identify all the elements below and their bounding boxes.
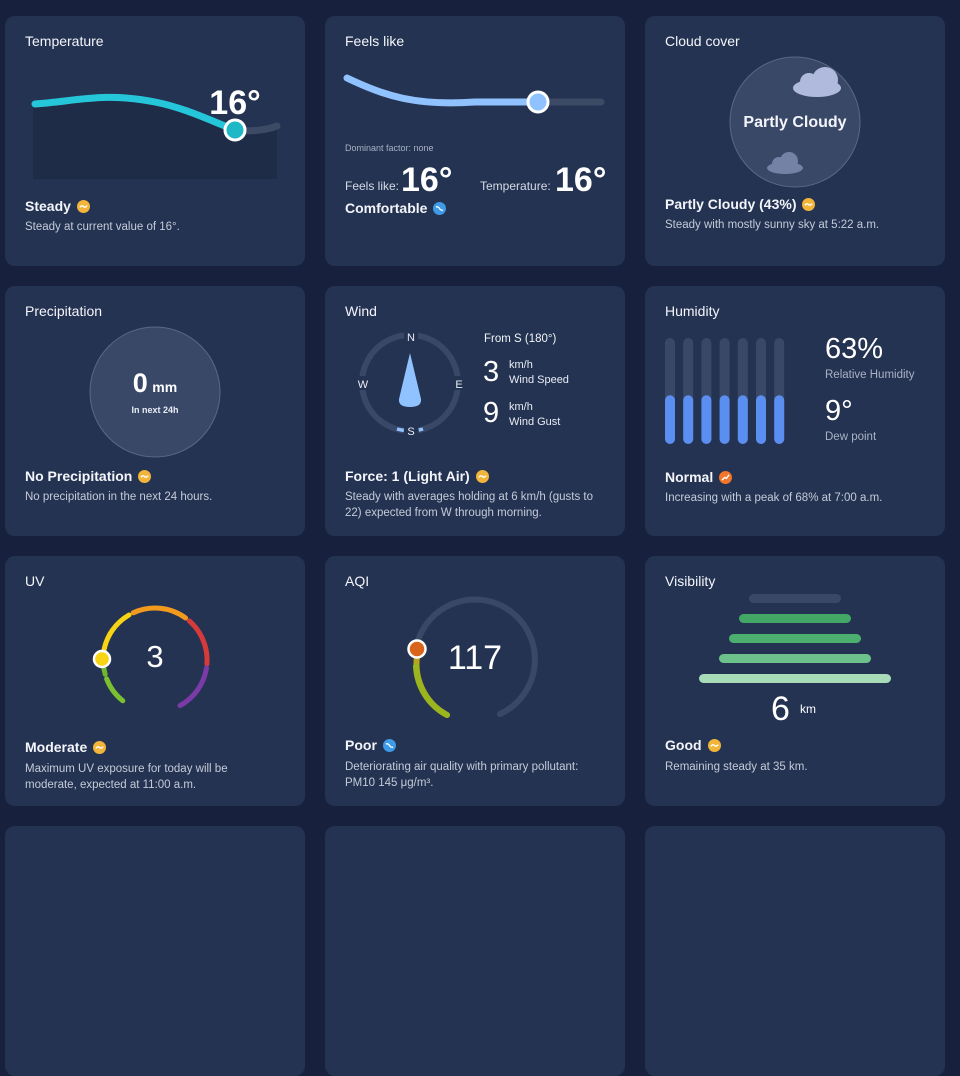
dominant-factor: Dominant factor: none xyxy=(345,143,434,153)
wind-direction-arrow xyxy=(398,353,422,407)
feels-like-card[interactable]: Feels like Dominant factor: none Feels l… xyxy=(325,16,625,266)
uv-value: 3 xyxy=(146,639,164,674)
humidity-bar-fill xyxy=(756,395,766,444)
aqi-status: Poor xyxy=(345,737,396,753)
temperature-value: 16° xyxy=(555,161,607,199)
humidity-bar-fill xyxy=(665,395,675,444)
cloud-cover-status: Partly Cloudy (43%) xyxy=(665,196,816,212)
steady-trend-icon xyxy=(707,738,721,752)
visibility-bar xyxy=(739,614,851,623)
feels-like-graph xyxy=(343,74,605,114)
steady-trend-icon xyxy=(76,199,90,213)
temperature-graph: 16° xyxy=(31,84,281,179)
wind-speed-unit: km/h xyxy=(509,359,533,371)
wind-direction: From S (180°) xyxy=(484,333,557,345)
visibility-bar xyxy=(729,634,861,643)
dew-point-label: Dew point xyxy=(825,431,877,443)
wind-gust-label: Wind Gust xyxy=(509,416,561,428)
cloud-cover-description: Steady with mostly sunny sky at 5:22 a.m… xyxy=(665,219,880,231)
wind-compass: N S W E xyxy=(355,329,466,438)
humidity-description: Increasing with a peak of 68% at 7:00 a.… xyxy=(665,492,883,504)
uv-marker xyxy=(92,649,112,669)
compass-north: N xyxy=(407,332,415,344)
cloud-cover-card[interactable]: Cloud cover Partly Cloudy Partly Cloudy … xyxy=(645,16,945,266)
wind-gust-value: 9 xyxy=(483,397,500,429)
humidity-bar-fill xyxy=(719,395,730,444)
cloud-cover-dial xyxy=(729,56,861,188)
visibility-card[interactable]: Visibility 6 km Good Remaining steady at… xyxy=(645,556,945,806)
wind-speed-value: 3 xyxy=(483,356,500,388)
humidity-status: Normal xyxy=(665,469,733,485)
precipitation-period: In next 24h xyxy=(131,405,179,415)
visibility-description: Remaining steady at 35 km. xyxy=(665,761,808,773)
next-card[interactable] xyxy=(5,826,305,1076)
precipitation-value: 0 xyxy=(132,368,148,398)
wind-gust-unit: km/h xyxy=(509,401,533,413)
next-card[interactable] xyxy=(325,826,625,1076)
temperature-status: Steady xyxy=(25,198,90,214)
dew-point-value: 9° xyxy=(825,395,853,427)
temperature-label: Temperature: xyxy=(480,179,551,193)
visibility-status: Good xyxy=(665,737,721,753)
wind-status: Force: 1 (Light Air) xyxy=(345,468,489,484)
aqi-value: 117 xyxy=(447,639,503,677)
precipitation-description: No precipitation in the next 24 hours. xyxy=(25,491,213,503)
temperature-description: Steady at current value of 16°. xyxy=(25,221,180,233)
precipitation-status: No Precipitation xyxy=(25,468,152,484)
temperature-card[interactable]: Temperature 16° Steady Steady at current… xyxy=(5,16,305,266)
steady-trend-icon xyxy=(93,740,107,754)
feels-like-marker xyxy=(526,90,550,114)
temperature-value: 16° xyxy=(209,84,260,122)
comfort-trend-icon xyxy=(433,201,447,215)
uv-status: Moderate xyxy=(25,739,107,755)
precipitation-card[interactable]: Precipitation 0 mm In next 24h No Precip… xyxy=(5,286,305,536)
compass-west: W xyxy=(358,379,369,391)
humidity-bar-fill xyxy=(737,395,748,444)
humidity-card[interactable]: Humidity 63% Relative Humidity 9° Dew po… xyxy=(645,286,945,536)
cloud-cover-label: Partly Cloudy xyxy=(743,114,847,131)
deteriorating-trend-icon xyxy=(382,738,396,752)
aqi-description: Deteriorating air quality with primary p… xyxy=(345,761,579,789)
increasing-trend-icon xyxy=(719,470,733,484)
next-card[interactable] xyxy=(645,826,945,1076)
aqi-marker xyxy=(407,639,427,659)
steady-trend-icon xyxy=(802,197,816,211)
feels-like-value: 16° xyxy=(401,161,453,199)
uv-description: Maximum UV exposure for today will be mo… xyxy=(25,763,228,791)
visibility-bar xyxy=(699,674,891,683)
visibility-bar xyxy=(749,594,841,603)
visibility-pyramid xyxy=(699,594,891,683)
wind-card[interactable]: Wind N S W E From S (180°) 3 km/h Wind S… xyxy=(325,286,625,536)
aqi-card[interactable]: AQI 117 Poor Deteriorating air quality w… xyxy=(325,556,625,806)
wind-speed-label: Wind Speed xyxy=(509,374,569,386)
humidity-bar-fill xyxy=(701,395,712,444)
steady-trend-icon xyxy=(138,469,152,483)
precipitation-unit: mm xyxy=(152,379,178,395)
visibility-bar xyxy=(719,654,871,663)
visibility-value: 6 xyxy=(771,690,790,728)
humidity-bar-fill xyxy=(683,395,694,444)
compass-south: S xyxy=(407,426,414,438)
visibility-unit: km xyxy=(800,702,816,716)
precipitation-amount: 0 mm xyxy=(90,368,220,399)
uv-card[interactable]: UV 3 Moderate Maximum UV exposure for to… xyxy=(5,556,305,806)
compass-east: E xyxy=(455,379,462,391)
humidity-bar-chart xyxy=(665,338,785,444)
humidity-value: 63% xyxy=(825,333,884,365)
steady-trend-icon xyxy=(475,469,489,483)
feels-like-status: Comfortable xyxy=(345,200,447,216)
humidity-label: Relative Humidity xyxy=(825,369,915,381)
current-value-marker xyxy=(223,118,247,142)
feels-like-label: Feels like: xyxy=(345,179,400,193)
humidity-bar-fill xyxy=(774,395,785,444)
wind-description: Steady with averages holding at 6 km/h (… xyxy=(345,491,594,519)
